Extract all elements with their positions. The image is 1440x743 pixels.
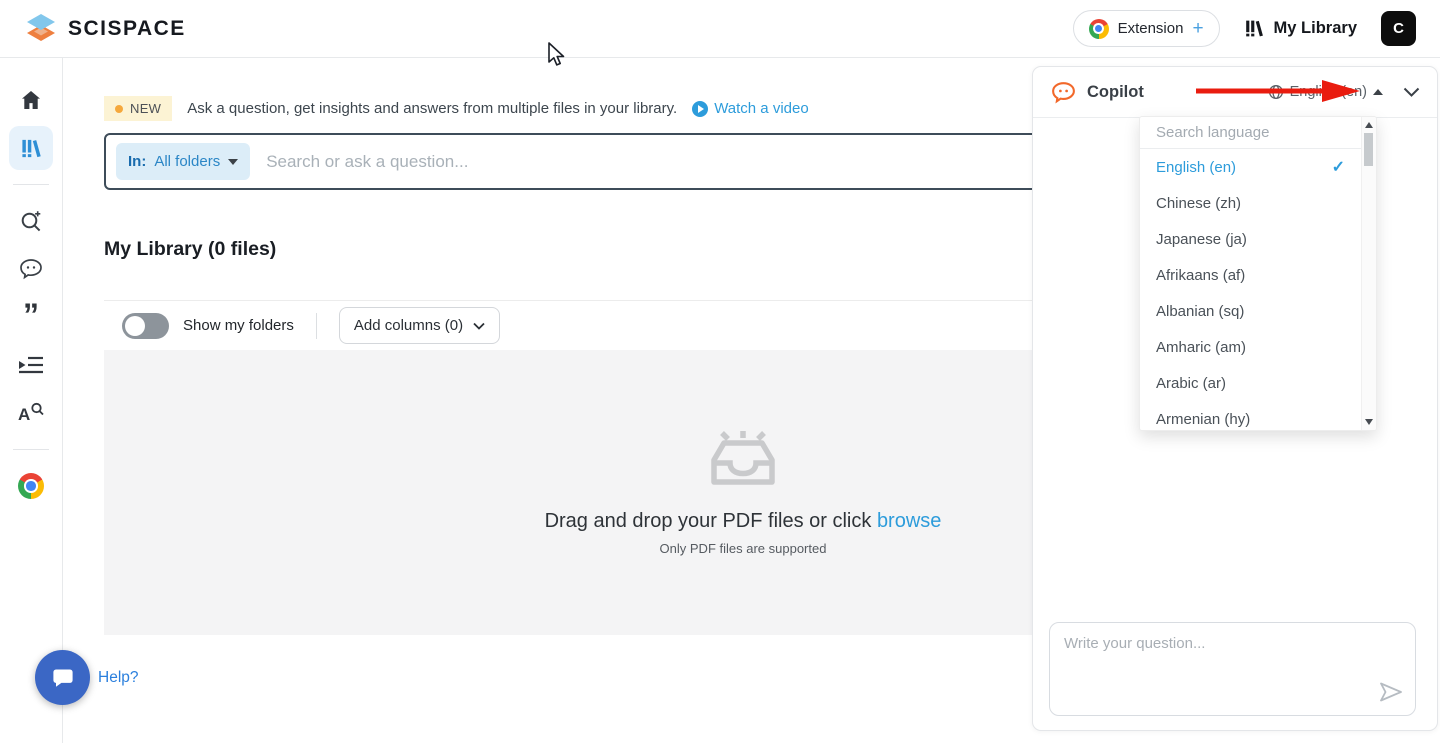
send-button[interactable] bbox=[1379, 682, 1403, 707]
my-library-nav[interactable]: My Library bbox=[1244, 18, 1357, 39]
copilot-question-box bbox=[1049, 622, 1416, 716]
extension-button[interactable]: Extension + bbox=[1073, 10, 1220, 47]
home-icon bbox=[19, 88, 43, 112]
copilot-chat-icon bbox=[18, 257, 44, 281]
chrome-icon bbox=[18, 473, 44, 499]
language-label: English (en) bbox=[1156, 159, 1236, 176]
toolbar-divider bbox=[316, 313, 317, 339]
language-option[interactable]: Afrikaans (af) bbox=[1140, 257, 1361, 293]
plus-icon: + bbox=[1192, 18, 1203, 40]
language-option[interactable]: Amharic (am) bbox=[1140, 329, 1361, 365]
scispace-library-page: SCISPACE Extension + My Library C bbox=[0, 0, 1440, 743]
dropzone-note: Only PDF files are supported bbox=[660, 541, 827, 556]
sidebar-item-library[interactable] bbox=[9, 126, 53, 170]
globe-icon bbox=[1268, 84, 1284, 100]
caret-down-icon bbox=[228, 159, 238, 165]
new-badge: NEW bbox=[104, 96, 172, 121]
show-folders-label: Show my folders bbox=[183, 317, 294, 334]
language-search-input[interactable] bbox=[1156, 124, 1360, 141]
language-label: Arabic (ar) bbox=[1156, 375, 1226, 392]
language-search-row bbox=[1140, 117, 1376, 149]
inbox-tray-icon bbox=[701, 430, 785, 494]
chevron-down-icon bbox=[473, 322, 485, 330]
sidebar-item-copilot[interactable] bbox=[0, 245, 63, 293]
top-right-cluster: Extension + My Library C bbox=[1073, 10, 1416, 47]
brand-name: SCISPACE bbox=[68, 17, 186, 41]
language-label: Afrikaans (af) bbox=[1156, 267, 1245, 284]
dropdown-scrollbar[interactable] bbox=[1361, 117, 1376, 430]
check-icon: ✓ bbox=[1332, 157, 1345, 177]
selected-language-label: English (en) bbox=[1290, 84, 1367, 100]
top-bar: SCISPACE Extension + My Library C bbox=[0, 0, 1440, 58]
language-dropdown: English (en) ✓ Chinese (zh) Japanese (ja) Af… bbox=[1139, 116, 1377, 431]
language-option[interactable]: Japanese (ja) bbox=[1140, 221, 1361, 257]
help-link[interactable]: Help? bbox=[98, 669, 139, 687]
language-option[interactable]: Chinese (zh) bbox=[1140, 185, 1361, 221]
indent-list-icon bbox=[19, 355, 43, 375]
browse-link[interactable]: browse bbox=[877, 510, 941, 532]
sidebar-item-home[interactable] bbox=[0, 76, 63, 124]
chrome-icon bbox=[1089, 19, 1109, 39]
new-feature-banner: NEW Ask a question, get insights and ans… bbox=[104, 96, 809, 121]
library-icon bbox=[20, 137, 43, 160]
collapse-chevron-icon[interactable] bbox=[1403, 87, 1420, 97]
language-option[interactable]: Albanian (sq) bbox=[1140, 293, 1361, 329]
search-sparkle-icon bbox=[19, 209, 43, 233]
language-list: English (en) ✓ Chinese (zh) Japanese (ja) Af… bbox=[1140, 149, 1361, 430]
help-chat-button[interactable] bbox=[35, 650, 90, 705]
language-label: Armenian (hy) bbox=[1156, 411, 1250, 428]
triangle-up-icon bbox=[1373, 89, 1383, 95]
banner-text: Ask a question, get insights and answers… bbox=[187, 100, 677, 117]
my-library-label: My Library bbox=[1274, 19, 1357, 38]
svg-text:A: A bbox=[18, 405, 30, 424]
add-columns-button[interactable]: Add columns (0) bbox=[339, 307, 500, 344]
copilot-panel: Copilot English (en) bbox=[1032, 66, 1438, 731]
scroll-down-icon[interactable] bbox=[1365, 419, 1373, 425]
scroll-thumb[interactable] bbox=[1364, 133, 1373, 166]
play-icon bbox=[692, 101, 708, 117]
language-option[interactable]: Armenian (hy) bbox=[1140, 401, 1361, 430]
extension-label: Extension bbox=[1118, 20, 1184, 37]
show-folders-toggle[interactable] bbox=[122, 313, 169, 339]
brand[interactable]: SCISPACE bbox=[24, 12, 186, 46]
dropzone-text: Drag and drop your PDF files or click br… bbox=[545, 510, 942, 533]
language-label: Albanian (sq) bbox=[1156, 303, 1244, 320]
language-label: Chinese (zh) bbox=[1156, 195, 1241, 212]
language-label: Japanese (ja) bbox=[1156, 231, 1247, 248]
copilot-header: Copilot English (en) bbox=[1033, 67, 1437, 118]
scispace-logo-icon bbox=[24, 12, 58, 46]
orange-dot-icon bbox=[115, 105, 123, 113]
sidebar-item-citations[interactable]: ” bbox=[0, 293, 63, 341]
sidebar-item-paraphraser[interactable]: A bbox=[0, 389, 63, 437]
copilot-icon bbox=[1050, 80, 1077, 105]
watch-video-link[interactable]: Watch a video bbox=[692, 100, 809, 117]
paper-plane-icon bbox=[1379, 682, 1403, 702]
language-option[interactable]: English (en) ✓ bbox=[1140, 149, 1361, 185]
language-label: Amharic (am) bbox=[1156, 339, 1246, 356]
sidebar-divider bbox=[13, 449, 49, 450]
question-input[interactable] bbox=[1064, 635, 1401, 687]
user-avatar[interactable]: C bbox=[1381, 11, 1416, 46]
chat-bubble-icon bbox=[50, 665, 76, 691]
folder-scope-dropdown[interactable]: In: All folders bbox=[116, 143, 250, 180]
sidebar-item-chrome-extension[interactable] bbox=[0, 462, 63, 510]
book-stack-icon bbox=[1244, 18, 1265, 39]
language-option[interactable]: Arabic (ar) bbox=[1140, 365, 1361, 401]
sidebar-item-literature-search[interactable] bbox=[0, 197, 63, 245]
sidebar-divider bbox=[13, 184, 49, 185]
language-selector[interactable]: English (en) bbox=[1268, 84, 1383, 100]
scroll-up-icon[interactable] bbox=[1365, 122, 1373, 128]
help-widget: Help? bbox=[35, 650, 139, 705]
page-title: My Library (0 files) bbox=[104, 238, 276, 261]
sidebar: ” A bbox=[0, 58, 63, 743]
copilot-header-actions: English (en) bbox=[1268, 84, 1420, 100]
sidebar-item-topics[interactable] bbox=[0, 341, 63, 389]
copilot-title: Copilot bbox=[1087, 83, 1144, 102]
find-text-icon: A bbox=[18, 401, 44, 425]
toggle-knob bbox=[125, 316, 145, 336]
quote-icon: ” bbox=[23, 306, 39, 328]
